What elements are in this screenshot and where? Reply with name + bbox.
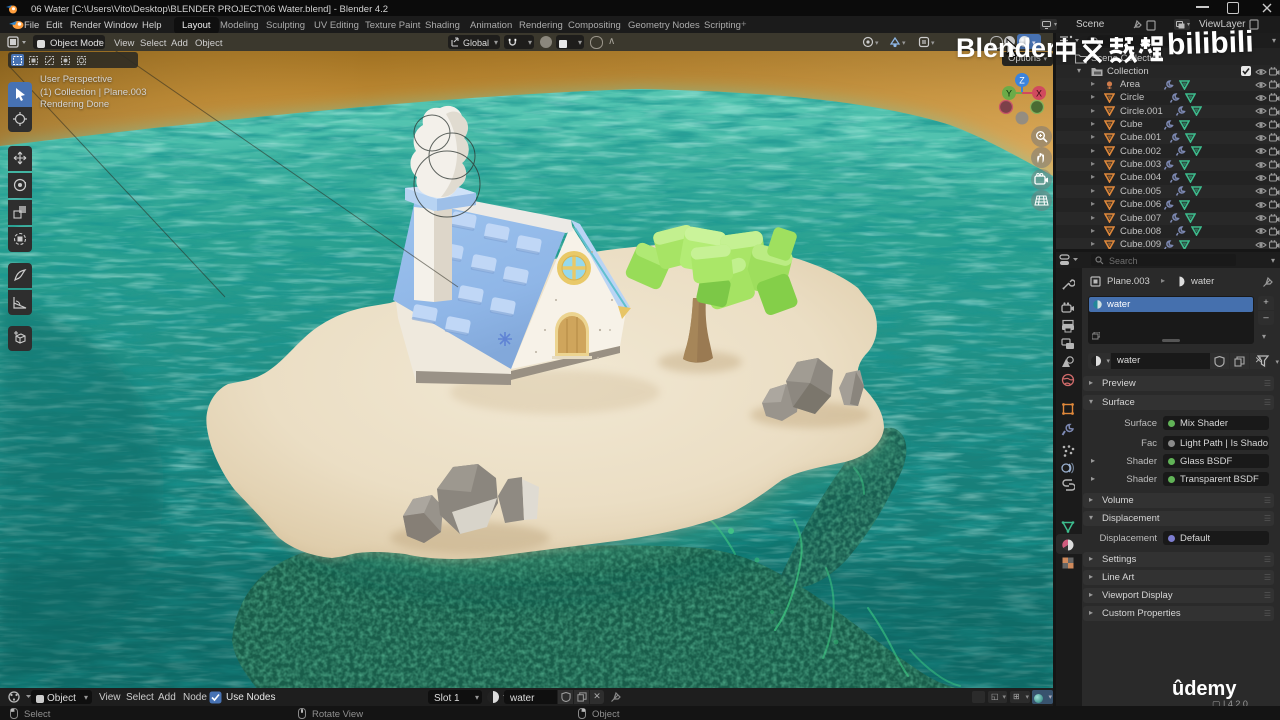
svg-text:X: X [1036, 89, 1042, 99]
svg-text:Y: Y [1006, 89, 1012, 99]
svg-text:Z: Z [1019, 76, 1025, 86]
